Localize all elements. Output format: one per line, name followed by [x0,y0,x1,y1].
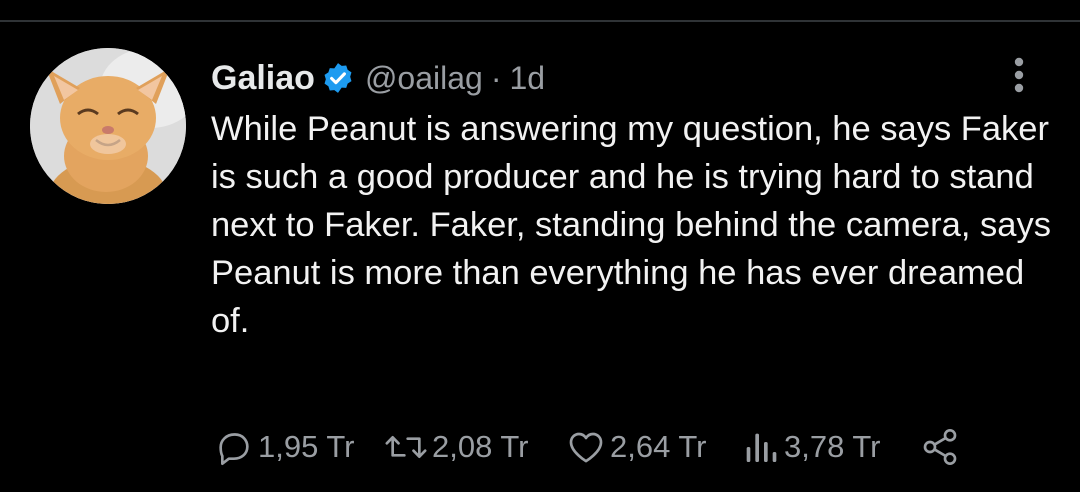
author-name[interactable]: Galiao [211,59,315,98]
retweet-button[interactable]: 2,08 Tr [384,427,564,467]
views-button[interactable]: 3,78 Tr [740,427,928,467]
avatar[interactable] [30,48,186,204]
verified-badge-icon [324,63,352,93]
retweet-count: 2,08 Tr [432,429,529,464]
tweet-time[interactable]: 1d [509,60,545,97]
share-button[interactable] [920,427,960,467]
views-bar-chart-icon [746,433,777,462]
kitten-avatar-image [30,48,186,204]
like-button[interactable]: 2,64 Tr [566,427,746,467]
views-count: 3,78 Tr [784,429,881,464]
share-icon [923,429,957,465]
heart-icon [569,432,603,463]
like-count: 2,64 Tr [610,429,707,464]
more-vertical-icon[interactable] [1008,56,1030,96]
top-divider [0,20,1080,22]
tweet-text: While Peanut is answering my question, h… [211,110,1051,340]
retweet-icon [385,436,427,458]
reply-button[interactable]: 1,95 Tr [214,427,382,467]
tweet-header: Galiao @oailag · 1d [211,56,545,100]
reply-icon [219,433,249,465]
author-handle[interactable]: @oailag [365,60,483,97]
header-separator: · [490,59,502,96]
reply-count: 1,95 Tr [258,429,355,464]
tweet-actions: 1,95 Tr 2,08 Tr 2,64 Tr 3,78 Tr [214,424,960,470]
